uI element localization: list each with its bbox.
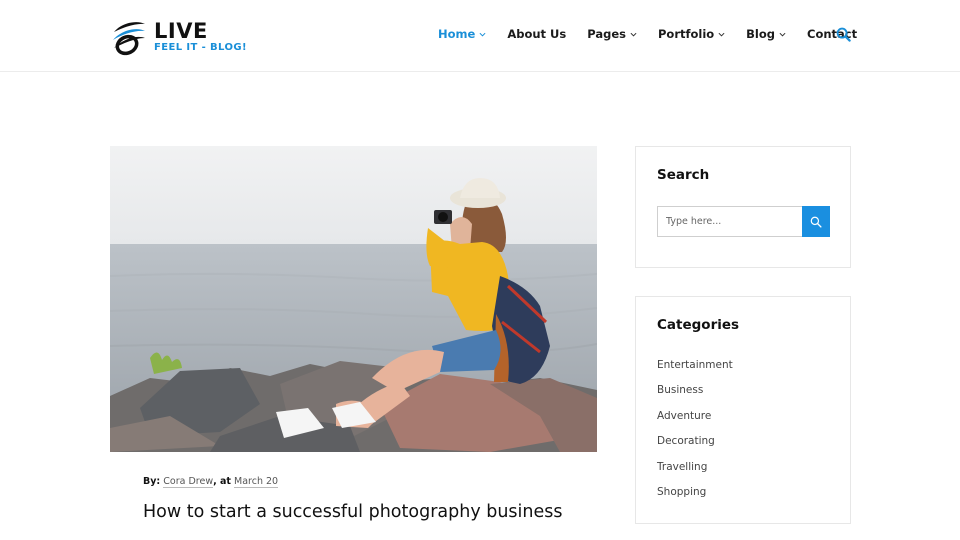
- nav-item-portfolio[interactable]: Portfolio: [658, 27, 725, 41]
- nav-item-label: Home: [438, 27, 476, 41]
- logo-swoosh-icon: [113, 22, 145, 56]
- categories-widget-title: Categories: [657, 317, 740, 333]
- nav-item-label: Portfolio: [657, 27, 715, 41]
- post-author-link[interactable]: Cora Drew: [163, 476, 214, 488]
- post-title[interactable]: How to start a successful photography bu…: [143, 502, 563, 522]
- site-logo[interactable]: LIVE FEEL IT - BLOG!: [110, 18, 247, 56]
- by-label: By:: [143, 476, 161, 487]
- at-label: , at: [213, 476, 231, 487]
- logo-tagline: FEEL IT - BLOG!: [154, 42, 247, 53]
- nav-item-label: Blog: [746, 27, 776, 41]
- nav-item-pages[interactable]: Pages: [587, 27, 637, 41]
- post-date-link[interactable]: March 20: [234, 476, 279, 488]
- category-link-adventure[interactable]: Adventure: [657, 410, 711, 422]
- logo-title: LIVE: [154, 19, 208, 43]
- category-link-shopping[interactable]: Shopping: [657, 486, 706, 498]
- nav-item-label: Pages: [587, 27, 626, 41]
- nav-item-blog[interactable]: Blog: [746, 27, 786, 41]
- main-nav: Home About Us Pages Portfolio Blog Conta…: [438, 27, 878, 41]
- post-featured-image[interactable]: [110, 146, 597, 452]
- search-widget-title: Search: [657, 167, 710, 183]
- search-widget: Search: [635, 146, 851, 268]
- nav-item-about-us[interactable]: About Us: [507, 27, 566, 41]
- search-icon: [810, 216, 822, 228]
- category-link-entertainment[interactable]: Entertainment: [657, 359, 733, 371]
- post-image-illustration: [110, 146, 597, 452]
- category-link-business[interactable]: Business: [657, 384, 703, 396]
- chevron-down-icon: [630, 32, 637, 37]
- chevron-down-icon: [718, 32, 725, 37]
- category-link-decorating[interactable]: Decorating: [657, 435, 715, 447]
- categories-widget: Categories Entertainment Business Advent…: [635, 296, 851, 524]
- chevron-down-icon: [779, 32, 786, 37]
- site-header: LIVE FEEL IT - BLOG! Home About Us Pages…: [0, 0, 960, 72]
- nav-item-label: About Us: [507, 27, 567, 41]
- sidebar-search-button[interactable]: [802, 206, 830, 237]
- nav-item-home[interactable]: Home: [438, 27, 486, 41]
- sidebar-search-input[interactable]: [657, 206, 804, 237]
- post-meta: By: Cora Drew, at March 20: [143, 476, 279, 488]
- search-icon[interactable]: [836, 27, 851, 42]
- category-link-travelling[interactable]: Travelling: [657, 461, 707, 473]
- chevron-down-icon: [479, 32, 486, 37]
